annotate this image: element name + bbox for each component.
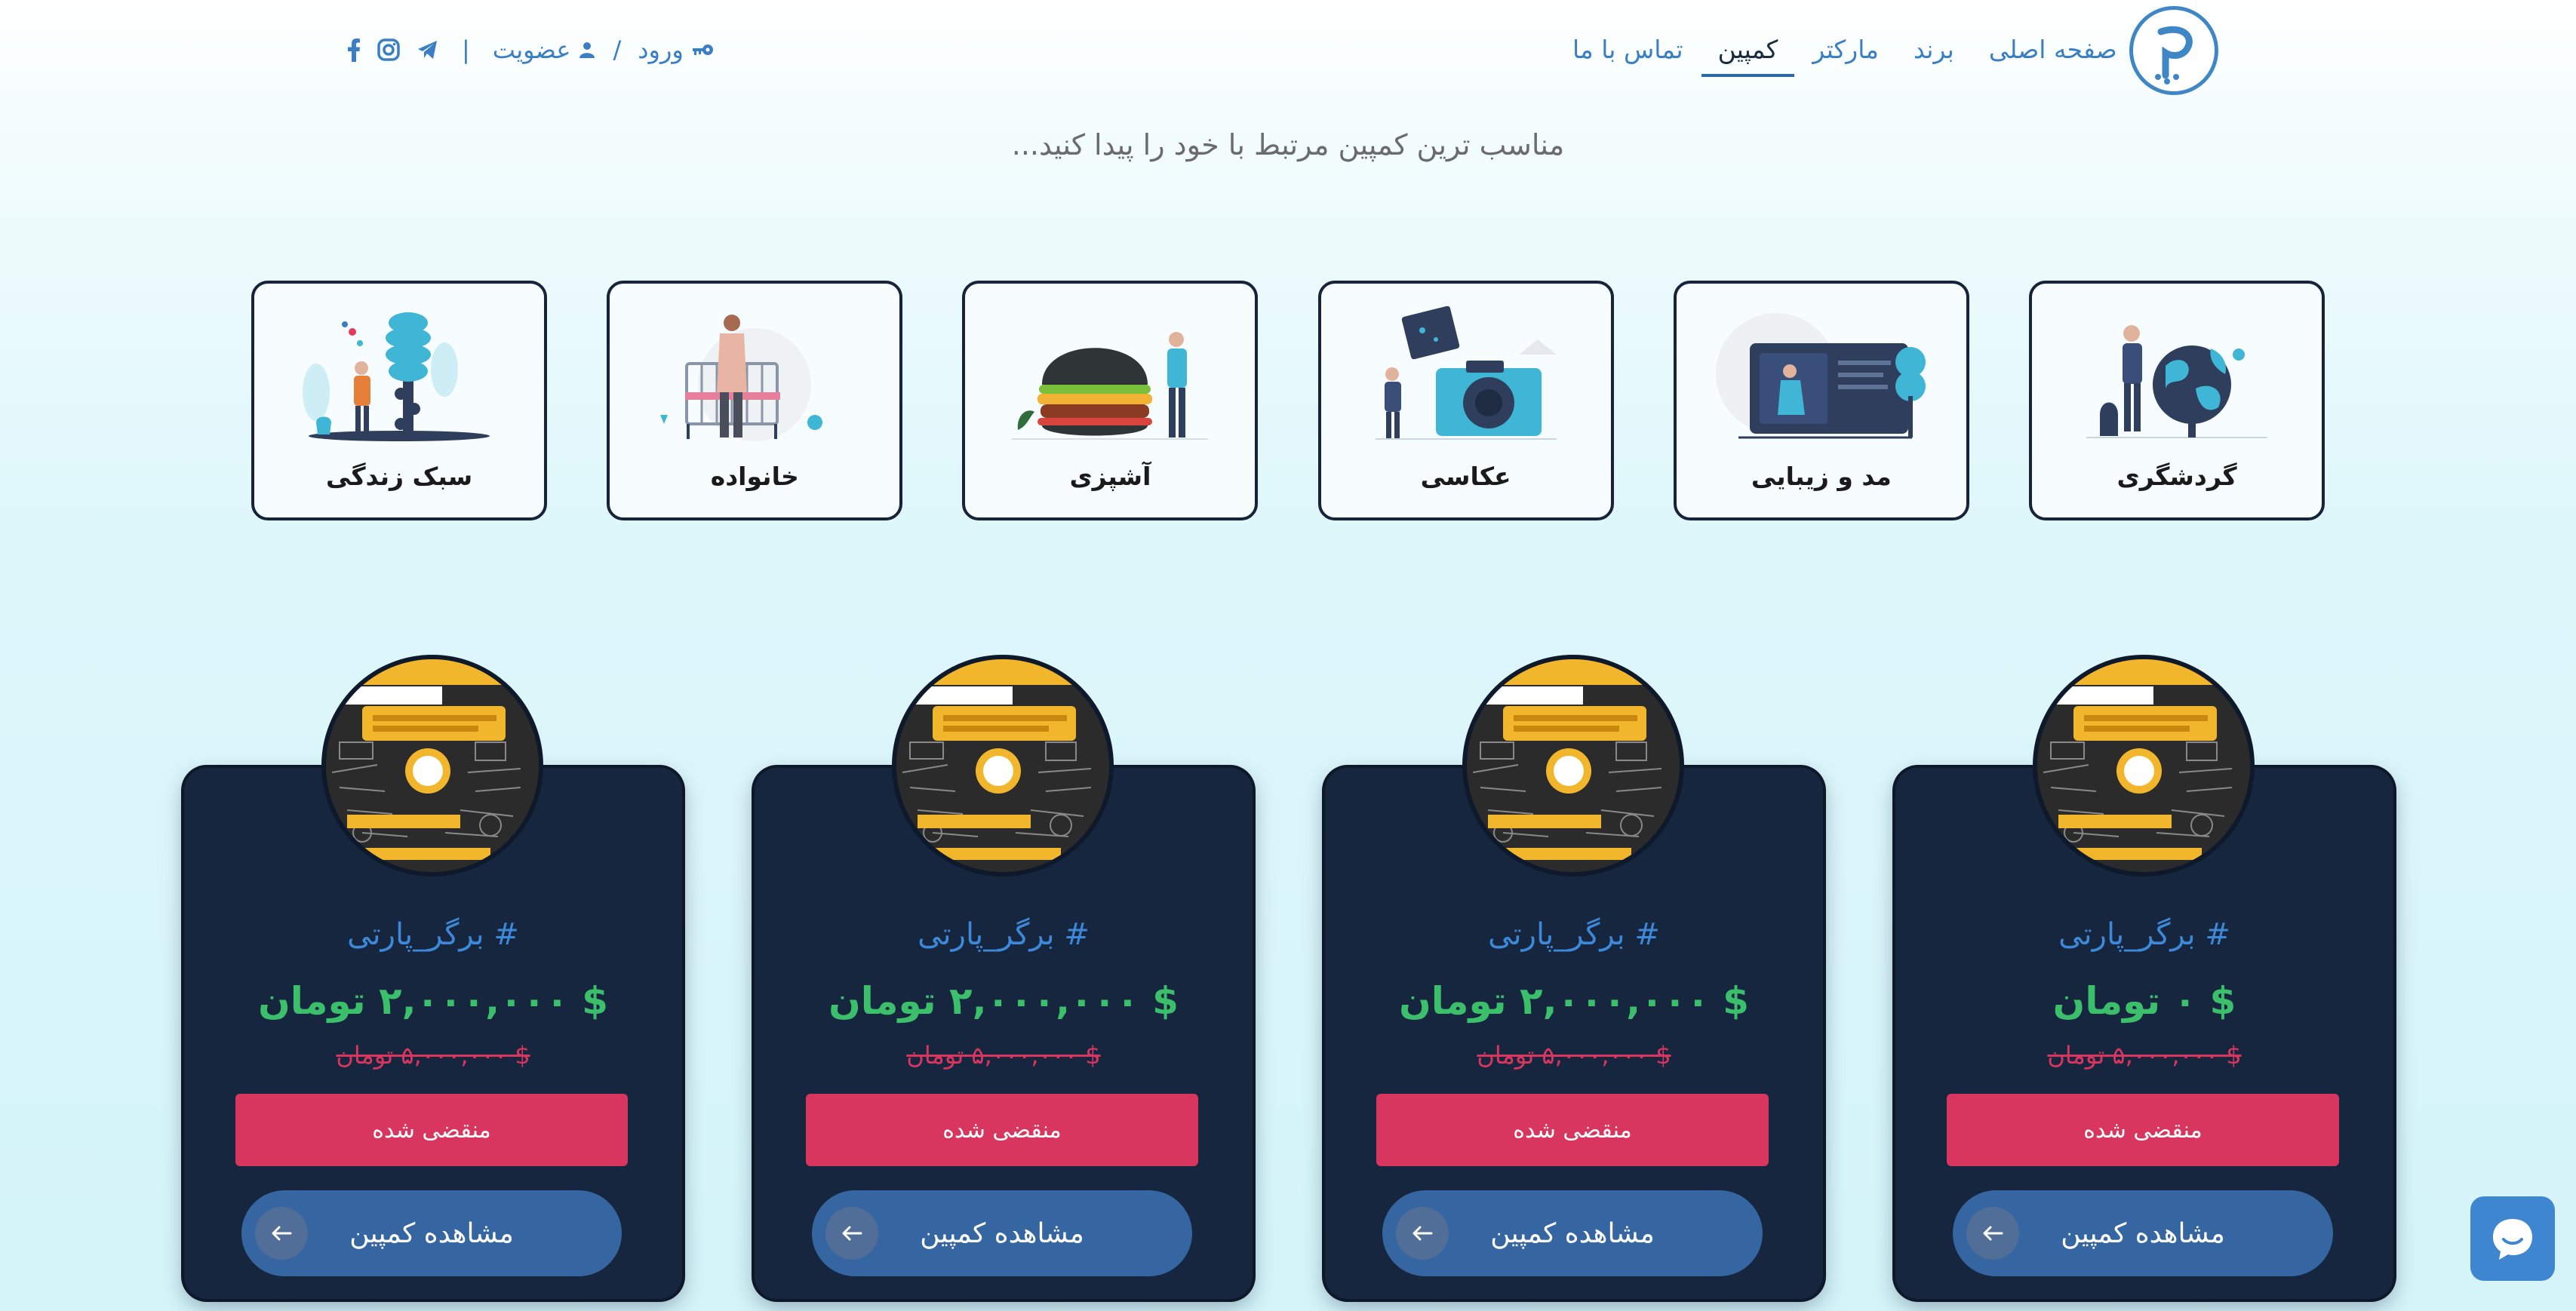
logo-mark-icon <box>2155 26 2193 84</box>
category-row: گردشگری مد و زیبایی عکاسی آشپزی خانواده … <box>251 281 2325 520</box>
burger-land-logo-icon <box>326 659 539 872</box>
user-icon <box>579 42 595 58</box>
category-label: گردشگری <box>2116 462 2237 491</box>
category-card-lifestyle[interactable]: سبک زندگی <box>251 281 548 520</box>
campaign-old-price: $ ۵,۰۰۰,۰۰۰ تومان <box>336 1041 530 1070</box>
nav-item-home[interactable]: صفحه اصلی <box>1986 23 2120 77</box>
campaign-card: # برگر_پارتی $ ۲,۰۰۰,۰۰۰ تومان $ ۵,۰۰۰,۰… <box>1325 655 1823 1299</box>
photography-illustration-icon <box>1375 305 1557 440</box>
instagram-icon <box>377 38 400 61</box>
lifestyle-illustration-icon <box>303 312 490 441</box>
category-label: عکاسی <box>1420 462 1511 491</box>
campaign-avatar[interactable] <box>321 655 543 877</box>
register-label: عضویت <box>492 35 571 64</box>
arrow-left-icon <box>1396 1207 1449 1260</box>
category-card-family[interactable]: خانواده <box>607 281 903 520</box>
view-campaign-label: مشاهده کمپین <box>2061 1217 2225 1249</box>
view-campaign-button[interactable]: مشاهده کمپین <box>1382 1190 1763 1276</box>
main-nav: صفحه اصلی برند مارکتر کمپین تماس با ما <box>1569 23 2120 77</box>
view-campaign-button[interactable]: مشاهده کمپین <box>1953 1190 2333 1276</box>
nav-item-brand[interactable]: برند <box>1910 23 1957 77</box>
campaign-price: $ ۲,۰۰۰,۰۰۰ تومان <box>258 979 608 1023</box>
instagram-link[interactable] <box>377 38 400 61</box>
view-campaign-button[interactable]: مشاهده کمپین <box>812 1190 1192 1276</box>
campaign-old-price: $ ۵,۰۰۰,۰۰۰ تومان <box>906 1041 1101 1070</box>
campaign-card: # برگر_پارتی $ ۰ تومان $ ۵,۰۰۰,۰۰۰ تومان… <box>1895 655 2393 1299</box>
campaign-hashtag[interactable]: # برگر_پارتی <box>1895 917 2393 952</box>
campaign-hashtag[interactable]: # برگر_پارتی <box>184 917 682 952</box>
campaign-price: $ ۲,۰۰۰,۰۰۰ تومان <box>828 979 1179 1023</box>
auth-divider: | <box>462 35 470 64</box>
campaign-card: # برگر_پارتی $ ۲,۰۰۰,۰۰۰ تومان $ ۵,۰۰۰,۰… <box>755 655 1253 1299</box>
category-label: سبک زندگی <box>325 462 473 491</box>
category-card-photography[interactable]: عکاسی <box>1317 281 1614 520</box>
campaign-card: # برگر_پارتی $ ۲,۰۰۰,۰۰۰ تومان $ ۵,۰۰۰,۰… <box>184 655 682 1299</box>
family-illustration-icon <box>660 315 823 441</box>
arrow-left-icon <box>255 1207 308 1260</box>
campaign-avatar[interactable] <box>2033 655 2255 877</box>
fashion-illustration-icon <box>1715 313 1926 439</box>
view-campaign-label: مشاهده کمپین <box>920 1217 1084 1249</box>
key-icon <box>692 45 713 55</box>
arrow-left-icon <box>825 1207 878 1260</box>
nav-item-marketer[interactable]: مارکتر <box>1809 23 1882 77</box>
category-label: آشپزی <box>1069 462 1151 491</box>
expired-button[interactable]: منقضی شده <box>235 1094 628 1166</box>
campaign-avatar[interactable] <box>892 655 1114 877</box>
view-campaign-label: مشاهده کمپین <box>1490 1217 1655 1249</box>
expired-button[interactable]: منقضی شده <box>806 1094 1198 1166</box>
expired-button[interactable]: منقضی شده <box>1947 1094 2339 1166</box>
chat-widget-button[interactable] <box>2470 1196 2555 1281</box>
campaign-price: $ ۰ تومان <box>2052 979 2236 1023</box>
campaign-avatar[interactable] <box>1462 655 1684 877</box>
expired-button[interactable]: منقضی شده <box>1376 1094 1769 1166</box>
category-card-fashion[interactable]: مد و زیبایی <box>1673 281 1969 520</box>
arrow-left-icon <box>1966 1207 2019 1260</box>
logo[interactable] <box>2129 6 2218 95</box>
view-campaign-label: مشاهده کمپین <box>349 1217 514 1249</box>
category-card-cooking[interactable]: آشپزی <box>962 281 1259 520</box>
travel-illustration-icon <box>2086 325 2267 438</box>
chat-bubble-icon <box>2493 1219 2532 1260</box>
nav-item-contact[interactable]: تماس با ما <box>1569 23 1686 77</box>
facebook-link[interactable] <box>347 38 361 62</box>
category-label: خانواده <box>710 462 799 491</box>
campaign-price: $ ۲,۰۰۰,۰۰۰ تومان <box>1399 979 1749 1023</box>
campaign-hashtag[interactable]: # برگر_پارتی <box>755 917 1253 952</box>
auth-bar: ورود / عضویت | <box>347 29 714 71</box>
page-subtitle: مناسب ترین کمپین مرتبط با خود را پیدا کن… <box>1011 128 1565 161</box>
campaign-old-price: $ ۵,۰۰۰,۰۰۰ تومان <box>2047 1041 2242 1070</box>
telegram-link[interactable] <box>417 39 439 60</box>
view-campaign-button[interactable]: مشاهده کمپین <box>241 1190 622 1276</box>
login-label: ورود <box>638 35 684 64</box>
campaign-hashtag[interactable]: # برگر_پارتی <box>1325 917 1823 952</box>
auth-separator: / <box>613 35 622 64</box>
facebook-icon <box>348 38 360 62</box>
burger-land-logo-icon <box>896 659 1109 872</box>
register-link[interactable]: عضویت <box>493 35 597 64</box>
telegram-icon <box>418 41 437 59</box>
campaign-old-price: $ ۵,۰۰۰,۰۰۰ تومان <box>1477 1041 1671 1070</box>
category-card-travel[interactable]: گردشگری <box>2029 281 2325 520</box>
burger-land-logo-icon <box>1467 659 1680 872</box>
nav-item-campaign[interactable]: کمپین <box>1701 23 1795 77</box>
category-label: مد و زیبایی <box>1751 462 1892 491</box>
burger-land-logo-icon <box>2037 659 2250 872</box>
login-link[interactable]: ورود <box>638 35 714 64</box>
cooking-illustration-icon <box>1012 332 1209 440</box>
